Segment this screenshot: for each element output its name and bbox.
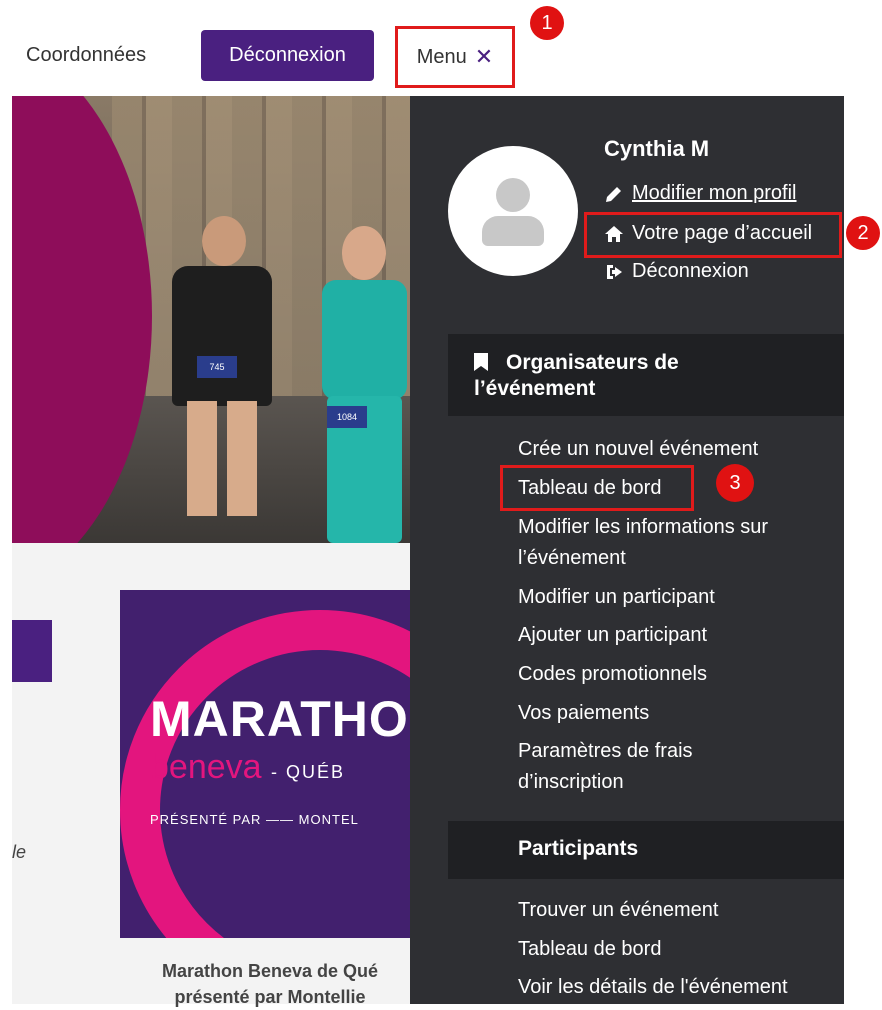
avatar [448,146,578,276]
annotation-badge-3: 3 [716,464,754,502]
menu-item-create-event[interactable]: Crée un nouvel événement [518,434,758,465]
menu-item-edit-participant[interactable]: Modifier un participant [518,582,715,613]
card-presented: PRÉSENTÉ PAR —— MONTEL [150,812,359,827]
hero-photo: 745 1084 [12,96,412,543]
section-organizers-header: Organisateurs de l’événement [448,334,844,416]
menu-toggle-button[interactable]: Menu ✕ [395,26,515,88]
event-card-caption[interactable]: Marathon Beneva de Qué présenté par Mont… [120,958,420,1010]
menu-label: Menu [416,45,467,68]
menu-item-promo-codes[interactable]: Codes promotionnels [518,659,707,690]
bookmark-icon [474,353,488,371]
sign-out-icon [607,264,622,279]
card-title: MARATHO [150,691,409,747]
top-bar: Coordonnées Déconnexion Menu ✕ 1 [0,0,882,96]
highlight-box-home [584,212,842,258]
race-bib: 745 [197,356,237,378]
logout-link[interactable]: Déconnexion [604,260,749,283]
edit-profile-link[interactable]: Modifier mon profil [604,182,797,205]
nav-coordonnees-link[interactable]: Coordonnées [26,44,146,67]
annotation-badge-2: 2 [846,216,880,250]
menu-item-event-details[interactable]: Voir les détails de l'événement [518,972,788,1003]
event-card-image[interactable]: MARATHO beneva - QUÉB PRÉSENTÉ PAR —— MO… [120,590,412,938]
user-name: Cynthia M [604,136,710,161]
partial-text: le [12,842,27,862]
highlight-box-dashboard [500,465,694,511]
annotation-badge-1: 1 [530,6,564,40]
close-icon: ✕ [474,44,494,69]
runner-left: 745 [152,216,282,516]
purple-button-partial[interactable] [12,620,52,682]
logout-button[interactable]: Déconnexion [201,30,374,81]
menu-item-edit-event-info[interactable]: Modifier les informations sur l’événemen… [518,512,768,574]
section-participants-header: Participants [448,821,844,879]
menu-item-add-participant[interactable]: Ajouter un participant [518,620,707,651]
menu-item-registration-fees[interactable]: Paramètres de frais d’inscription [518,736,693,798]
menu-item-participant-dashboard[interactable]: Tableau de bord [518,934,661,965]
user-icon [496,178,530,212]
menu-item-payments[interactable]: Vos paiements [518,698,649,729]
card-brand: beneva - QUÉB [150,748,346,786]
race-bib: 1084 [327,406,367,428]
pencil-icon [606,186,621,202]
runner-right: 1084 [307,226,412,543]
menu-item-find-event[interactable]: Trouver un événement [518,895,718,926]
